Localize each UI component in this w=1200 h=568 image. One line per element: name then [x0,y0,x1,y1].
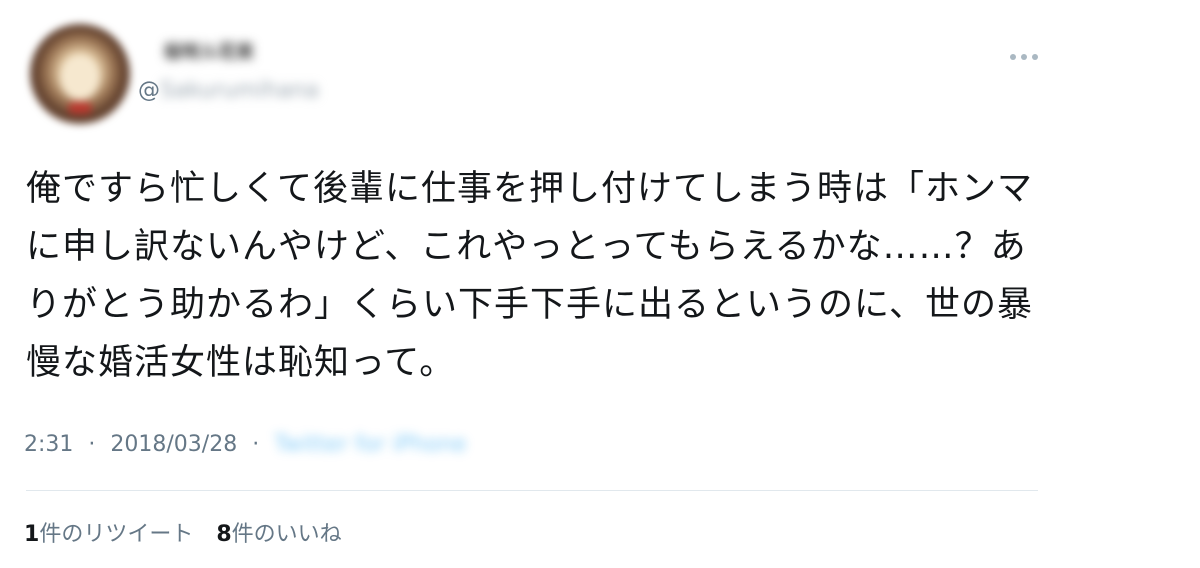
user-handle[interactable]: @Sakurumihana [138,78,319,103]
more-dots-icon[interactable] [1010,52,1038,62]
tweet-time: 2:31 [24,432,74,457]
handle-name: Sakurumihana [160,78,319,103]
divider [26,490,1038,491]
display-name[interactable]: 桜咲ル花束 [164,38,254,64]
tweet-date: 2018/03/28 [110,432,238,457]
dot [1032,54,1038,60]
likes-stat[interactable]: 8件のいいね [216,516,341,548]
retweets-stat[interactable]: 1件のリツイート [24,516,193,548]
likes-label: 件のいいね [231,522,342,547]
meta-separator: · [88,432,96,457]
dot [1021,54,1027,60]
avatar-face [60,54,100,100]
handle-prefix: @ [138,78,160,103]
retweets-label: 件のリツイート [39,522,194,547]
tweet-meta: 2:31 · 2018/03/28 · Twitter for iPhone [24,432,466,457]
meta-separator-2: · [252,432,260,457]
dot [1010,54,1016,60]
avatar[interactable] [30,24,130,124]
likes-count: 8 [216,522,232,547]
tweet-text: 俺ですら忙しくて後輩に仕事を押し付けてしまう時は「ホンマに申し訳ないんやけど、こ… [26,169,1033,383]
retweets-count: 1 [24,522,40,547]
tweet-stats: 1件のリツイート 8件のいいね [24,516,358,548]
tweet-source-link[interactable]: Twitter for iPhone [274,432,466,457]
avatar-mouth [68,102,92,114]
